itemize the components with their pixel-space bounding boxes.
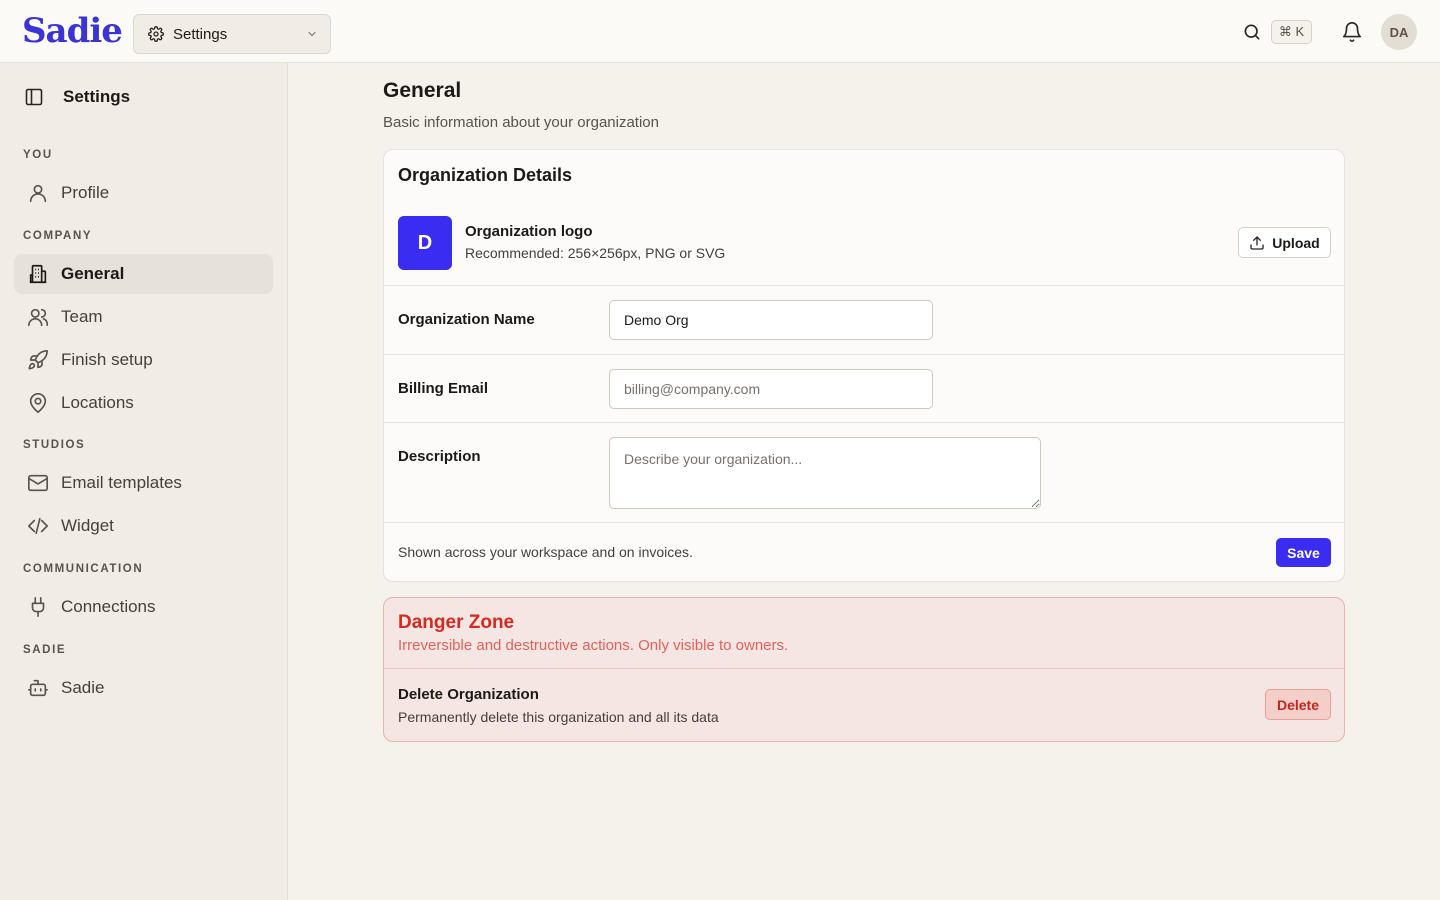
upload-icon xyxy=(1249,235,1265,251)
plug-icon xyxy=(27,596,49,618)
delete-button[interactable]: Delete xyxy=(1265,689,1331,720)
sidebar-item-label: Connections xyxy=(61,597,156,616)
bell-icon[interactable] xyxy=(1341,21,1363,43)
divider xyxy=(384,354,1344,355)
sidebar-item-email-templates[interactable]: Email templates xyxy=(14,463,273,503)
map-pin-icon xyxy=(27,392,49,414)
sidebar: Settings YOU Profile COMPANY General Tea… xyxy=(0,63,288,900)
sidebar-item-label: General xyxy=(61,264,125,283)
search-shortcut-badge[interactable]: ⌘ K xyxy=(1271,20,1312,44)
page-title: General xyxy=(383,79,462,102)
sidebar-toggle-icon[interactable] xyxy=(24,87,44,107)
sidebar-item-label: Locations xyxy=(61,393,134,412)
description-label: Description xyxy=(398,448,481,465)
sidebar-item-widget[interactable]: Widget xyxy=(14,506,273,546)
sidebar-header: Settings xyxy=(24,87,130,107)
organization-name-input[interactable] xyxy=(609,300,933,340)
description-textarea[interactable] xyxy=(609,437,1041,509)
sidebar-item-general[interactable]: General xyxy=(14,254,273,294)
organization-name-label: Organization Name xyxy=(398,311,535,328)
section-label-studios: STUDIOS xyxy=(23,439,86,451)
bot-icon xyxy=(27,677,49,699)
section-label-communication: COMMUNICATION xyxy=(23,563,144,575)
organization-details-card: Organization Details D Organization logo… xyxy=(383,149,1345,582)
danger-zone-card: Danger Zone Irreversible and destructive… xyxy=(383,597,1345,742)
billing-email-input[interactable] xyxy=(609,369,933,409)
gear-icon xyxy=(148,26,164,42)
divider xyxy=(384,422,1344,423)
logo-hint: Recommended: 256×256px, PNG or SVG xyxy=(465,245,726,261)
sidebar-item-locations[interactable]: Locations xyxy=(14,383,273,423)
sidebar-title: Settings xyxy=(63,87,131,106)
rocket-icon xyxy=(27,349,49,371)
code-icon xyxy=(27,515,49,537)
sidebar-item-team[interactable]: Team xyxy=(14,297,273,337)
upload-button[interactable]: Upload xyxy=(1238,227,1331,258)
search-icon[interactable] xyxy=(1242,22,1262,42)
chevron-down-icon xyxy=(306,28,318,40)
divider xyxy=(384,522,1344,523)
sidebar-item-label: Finish setup xyxy=(61,350,153,369)
billing-email-label: Billing Email xyxy=(398,380,489,397)
sidebar-item-label: Team xyxy=(61,307,103,326)
sidebar-item-sadie[interactable]: Sadie xyxy=(14,668,273,708)
delete-organization-description: Permanently delete this organization and… xyxy=(398,709,719,725)
sidebar-item-label: Profile xyxy=(61,183,110,202)
card-footer-note: Shown across your workspace and on invoi… xyxy=(398,544,693,560)
workspace-select-label: Settings xyxy=(173,25,228,43)
organization-logo: D xyxy=(398,216,452,270)
sidebar-item-label: Sadie xyxy=(61,678,105,697)
top-bar: Sadie Settings ⌘ K DA xyxy=(0,0,1440,63)
divider xyxy=(384,668,1344,669)
danger-zone-subtitle: Irreversible and destructive actions. On… xyxy=(398,637,789,654)
app-logo[interactable]: Sadie xyxy=(22,11,123,51)
save-button[interactable]: Save xyxy=(1276,538,1331,567)
sidebar-item-finish-setup[interactable]: Finish setup xyxy=(14,340,273,380)
sidebar-item-connections[interactable]: Connections xyxy=(14,587,273,627)
logo-label: Organization logo xyxy=(465,223,593,240)
user-icon xyxy=(27,182,49,204)
sidebar-item-label: Widget xyxy=(61,516,114,535)
upload-button-label: Upload xyxy=(1272,234,1320,251)
section-label-sadie: SADIE xyxy=(23,644,67,656)
danger-zone-title: Danger Zone xyxy=(398,612,515,633)
mail-icon xyxy=(27,472,49,494)
sidebar-item-label: Email templates xyxy=(61,473,182,492)
delete-organization-title: Delete Organization xyxy=(398,686,539,703)
sidebar-item-profile[interactable]: Profile xyxy=(14,173,273,213)
page-subtitle: Basic information about your organizatio… xyxy=(383,114,659,131)
card-title: Organization Details xyxy=(398,165,573,185)
users-icon xyxy=(27,306,49,328)
user-avatar[interactable]: DA xyxy=(1381,14,1417,50)
section-label-company: COMPANY xyxy=(23,230,93,242)
building-icon xyxy=(27,263,49,285)
workspace-select[interactable]: Settings xyxy=(133,14,331,54)
divider xyxy=(384,285,1344,286)
section-label-you: YOU xyxy=(23,149,53,161)
